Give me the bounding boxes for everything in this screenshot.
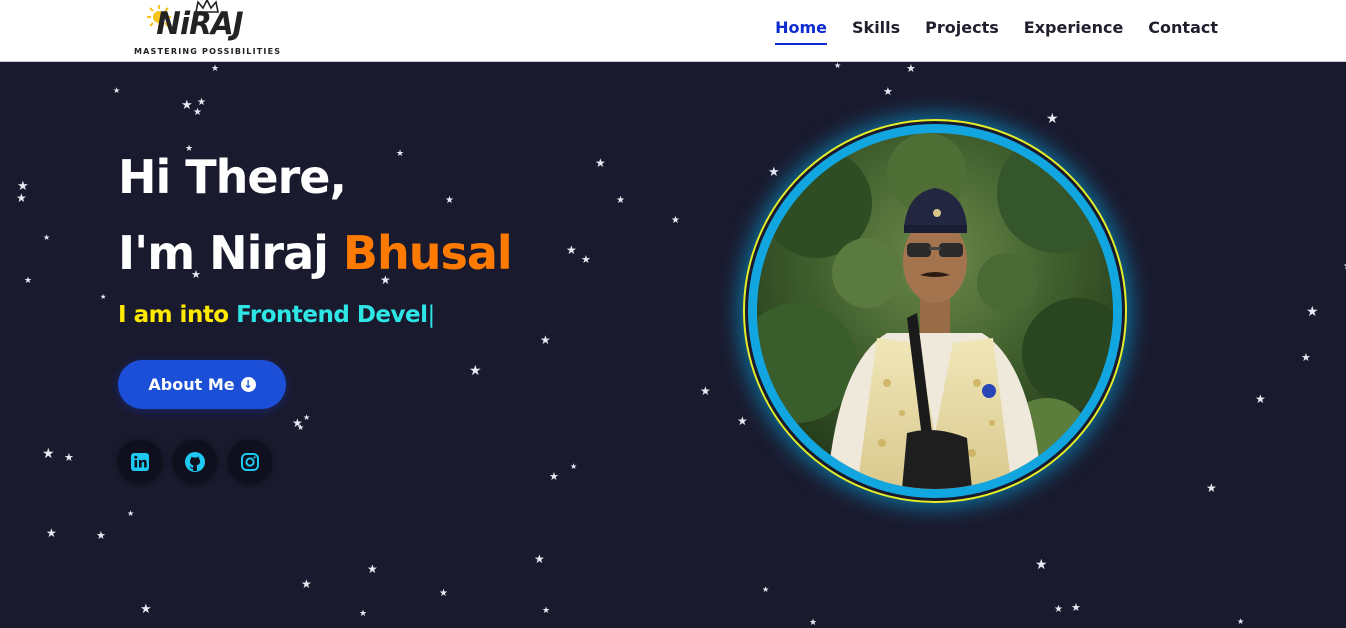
star-decoration: ★	[1237, 617, 1245, 626]
star-decoration: ★	[834, 61, 842, 70]
star-decoration: ★	[542, 606, 551, 616]
star-decoration: ★	[566, 243, 577, 257]
arrow-down-circle-icon: ↓	[240, 377, 256, 392]
star-decoration: ★	[193, 107, 202, 118]
star-decoration: ★	[1206, 481, 1217, 495]
github-link[interactable]	[173, 440, 217, 484]
social-links	[118, 440, 272, 484]
star-decoration: ★	[1035, 557, 1048, 573]
hero-name-accent: Bhusal	[342, 226, 513, 280]
github-icon	[185, 452, 205, 472]
instagram-icon	[241, 453, 259, 471]
star-decoration: ★	[581, 253, 591, 266]
star-decoration: ★	[140, 602, 152, 617]
star-decoration: ★	[46, 526, 57, 540]
star-decoration: ★	[181, 98, 193, 113]
star-decoration: ★	[127, 509, 135, 518]
star-decoration: ★	[113, 86, 121, 95]
star-decoration: ★	[301, 577, 312, 591]
logo-tagline: MASTERING POSSIBILITIES	[134, 47, 282, 56]
star-decoration: ★	[1301, 351, 1311, 364]
star-decoration: ★	[737, 414, 748, 428]
star-decoration: ★	[700, 384, 711, 398]
nav-item-skills[interactable]: Skills	[852, 18, 900, 45]
typing-lead: I am into	[118, 302, 237, 328]
hero-intro-text: I'm Niraj	[118, 226, 343, 280]
profile-avatar-border	[748, 124, 1122, 498]
logo-wordmark: NiRAJ	[156, 6, 243, 42]
star-decoration: ★	[211, 64, 220, 74]
nav-item-projects[interactable]: Projects	[925, 18, 999, 45]
star-decoration: ★	[64, 451, 74, 464]
hero-section: Hi There, I'm Niraj Bhusal I am into Fro…	[118, 150, 513, 328]
star-decoration: ★	[906, 62, 916, 75]
star-decoration: ★	[595, 156, 606, 170]
star-decoration: ★	[1046, 111, 1059, 127]
star-decoration: ★	[469, 363, 482, 379]
star-decoration: ★	[762, 585, 770, 594]
star-decoration: ★	[616, 195, 625, 206]
site-header: NiRAJ MASTERING POSSIBILITIES Home Skill…	[0, 0, 1346, 62]
star-decoration: ★	[100, 293, 107, 301]
profile-avatar-ring	[743, 119, 1127, 503]
star-decoration: ★	[1071, 601, 1081, 614]
star-decoration: ★	[1306, 304, 1319, 320]
star-decoration: ★	[540, 333, 551, 347]
hero-intro: I'm Niraj Bhusal	[118, 226, 513, 280]
nav-item-contact[interactable]: Contact	[1148, 18, 1218, 45]
profile-photo	[757, 133, 1113, 489]
linkedin-icon	[131, 453, 149, 471]
typing-cursor: |	[427, 302, 436, 328]
site-logo[interactable]: NiRAJ MASTERING POSSIBILITIES	[134, 0, 282, 60]
star-decoration: ★	[43, 233, 51, 242]
star-decoration: ★	[297, 423, 305, 432]
star-decoration: ★	[570, 462, 578, 471]
typing-role: Frontend Devel	[236, 302, 428, 328]
star-decoration: ★	[24, 276, 33, 286]
nav-item-home[interactable]: Home	[775, 18, 828, 45]
about-me-label: About Me	[148, 375, 235, 394]
star-decoration: ★	[359, 609, 368, 619]
star-decoration: ★	[42, 446, 55, 462]
star-field-background: ★ ★ ★ ★ ★ ★ ★ ★ ★ ★ ★ ★ ★ ★ ★ ★ ★ ★ ★ ★ ★ ★ ★ ★ ★ ★ ★ ★ ★ ★ ★ ★ ★ ★ ★ ★ ★ ★ ★ ★…	[0, 61, 1346, 628]
typing-text: I am into Frontend Devel|	[118, 302, 512, 328]
star-decoration: ★	[1054, 604, 1063, 615]
linkedin-link[interactable]	[118, 440, 162, 484]
star-decoration: ★	[883, 85, 893, 98]
main-nav: Home Skills Projects Experience Contact	[750, 18, 1218, 45]
star-decoration: ★	[303, 413, 311, 422]
about-me-button[interactable]: About Me ↓	[118, 360, 286, 409]
hero-greeting: Hi There,	[118, 150, 347, 204]
star-decoration: ★	[1255, 392, 1266, 406]
star-decoration: ★	[534, 552, 545, 566]
star-decoration: ★	[16, 191, 27, 205]
star-decoration: ★	[439, 588, 448, 599]
star-decoration: ★	[96, 529, 106, 542]
star-decoration: ★	[768, 165, 780, 180]
star-decoration: ★	[671, 215, 680, 226]
instagram-link[interactable]	[228, 440, 272, 484]
star-decoration: ★	[549, 470, 559, 483]
star-decoration: ★	[367, 562, 378, 576]
nav-item-experience[interactable]: Experience	[1024, 18, 1124, 45]
